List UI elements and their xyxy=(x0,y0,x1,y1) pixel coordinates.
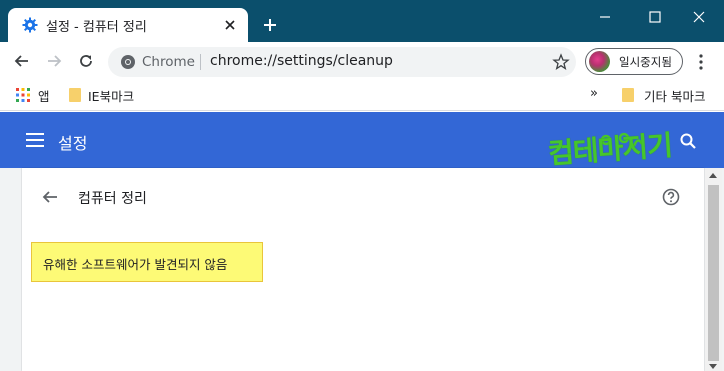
back-icon[interactable] xyxy=(12,51,32,71)
url-text[interactable]: chrome://settings/cleanup xyxy=(210,53,393,69)
gear-icon xyxy=(22,17,38,33)
bookmark-ie[interactable]: IE북마크 xyxy=(88,86,134,105)
reload-icon[interactable] xyxy=(76,51,96,71)
omnibox-divider xyxy=(200,54,201,70)
browser-toolbar: Chrome chrome://settings/cleanup 일시중지됨 xyxy=(0,42,724,80)
bookmarks-bar: 앱 IE북마크 » 기타 북마크 xyxy=(0,80,724,111)
back-arrow-icon[interactable] xyxy=(41,188,59,206)
bookmarks-overflow-button[interactable]: » xyxy=(590,86,598,101)
other-bookmarks[interactable]: 기타 북마크 xyxy=(644,86,705,105)
page-title: 컴퓨터 정리 xyxy=(78,191,147,207)
origin-label: Chrome xyxy=(142,54,195,70)
scroll-thumb[interactable] xyxy=(708,185,719,361)
title-bar: 설정 - 컴퓨터 정리 xyxy=(0,0,724,42)
avatar xyxy=(589,51,610,72)
maximize-icon[interactable] xyxy=(648,10,662,24)
scrollbar[interactable] xyxy=(705,168,722,371)
star-icon[interactable] xyxy=(552,53,570,71)
scroll-up-icon[interactable] xyxy=(709,173,717,178)
chrome-icon xyxy=(121,55,135,69)
scroll-down-icon[interactable] xyxy=(709,364,717,369)
settings-title: 설정 xyxy=(58,134,88,153)
tab-settings[interactable]: 설정 - 컴퓨터 정리 xyxy=(8,8,248,42)
status-message: 유해한 소프트웨어가 발견되지 않음 xyxy=(31,242,263,282)
profile-status: 일시중지됨 xyxy=(619,55,672,69)
new-tab-button[interactable] xyxy=(262,17,278,33)
window-close-icon[interactable] xyxy=(692,10,706,24)
menu-icon[interactable] xyxy=(26,132,44,148)
minimize-icon[interactable] xyxy=(598,10,612,24)
address-bar[interactable]: Chrome chrome://settings/cleanup xyxy=(108,47,576,77)
cleanup-card: 컴퓨터 정리 유해한 소프트웨어가 발견되지 않음 xyxy=(22,168,704,371)
apps-shortcut[interactable]: 앱 xyxy=(38,86,50,105)
folder-icon xyxy=(622,88,634,102)
tab-title: 설정 - 컴퓨터 정리 xyxy=(46,20,147,35)
apps-grid-icon xyxy=(16,88,30,102)
search-icon[interactable] xyxy=(679,132,697,150)
close-icon[interactable] xyxy=(222,17,238,33)
profile-button[interactable]: 일시중지됨 xyxy=(585,48,683,75)
status-text: 유해한 소프트웨어가 발견되지 않음 xyxy=(43,257,228,272)
folder-icon xyxy=(69,88,81,102)
help-icon[interactable] xyxy=(662,188,680,206)
forward-icon[interactable] xyxy=(44,51,64,71)
more-menu-icon[interactable] xyxy=(696,54,706,70)
